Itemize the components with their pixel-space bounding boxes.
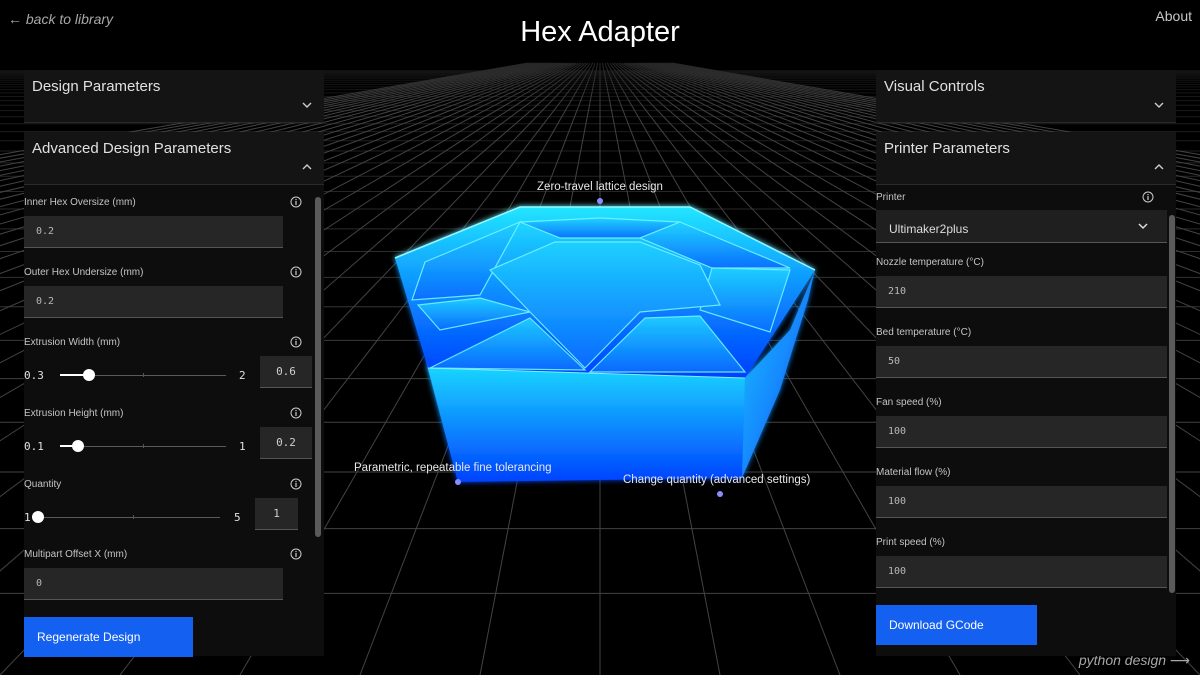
print-speed-label: Print speed (%): [876, 537, 945, 548]
advanced-design-parameters-label: Advanced Design Parameters: [32, 140, 232, 157]
extrusion-width-slider[interactable]: [60, 369, 226, 383]
quantity-min: 1: [24, 511, 31, 524]
printer-label: Printer: [876, 192, 906, 203]
quantity-slider-thumb[interactable]: [32, 511, 44, 523]
extrusion-width-slider-thumb[interactable]: [83, 369, 96, 381]
printer-select[interactable]: Ultimaker2plus: [876, 210, 1167, 243]
annotation-lattice-dot[interactable]: [597, 198, 603, 204]
extrusion-height-slider-thumb[interactable]: [72, 440, 85, 452]
bed-temp-label: Bed temperature (°C): [876, 327, 972, 338]
regenerate-design-button[interactable]: Regenerate Design: [24, 617, 193, 657]
extrusion-width-min: 0.3: [24, 369, 44, 382]
right-panel-scrollbar[interactable]: [1169, 215, 1175, 593]
left-panel-scrollbar[interactable]: [315, 197, 321, 537]
extrusion-width-max: 2: [239, 369, 246, 382]
printer-parameters-accordion[interactable]: Printer Parameters: [876, 132, 1176, 185]
info-icon[interactable]: [290, 266, 302, 278]
annotation-quantity-text: Change quantity (advanced settings): [623, 474, 810, 486]
printer-parameters-label: Printer Parameters: [884, 140, 1010, 157]
fan-speed-input[interactable]: [876, 416, 1167, 448]
annotation-quantity-dot[interactable]: [717, 491, 723, 497]
fan-speed-label: Fan speed (%): [876, 397, 942, 408]
design-parameters-label: Design Parameters: [32, 78, 161, 95]
printer-params-panel: Printer Ultimaker2plus Nozzle temperatur…: [876, 185, 1176, 656]
info-icon[interactable]: [290, 478, 302, 490]
chevron-up-icon: [1154, 164, 1164, 170]
info-icon[interactable]: [290, 196, 302, 208]
download-gcode-button[interactable]: Download GCode: [876, 605, 1037, 645]
extrusion-height-min: 0.1: [24, 440, 44, 453]
design-parameters-accordion[interactable]: Design Parameters: [24, 70, 324, 123]
extrusion-height-label: Extrusion Height (mm): [24, 408, 124, 419]
quantity-input[interactable]: [255, 498, 298, 530]
multipart-offset-x-label: Multipart Offset X (mm): [24, 549, 128, 560]
visual-controls-label: Visual Controls: [884, 78, 985, 95]
extrusion-height-slider[interactable]: [60, 440, 226, 454]
inner-hex-label: Inner Hex Oversize (mm): [24, 197, 136, 208]
print-speed-input[interactable]: [876, 556, 1167, 588]
hex-adapter-model[interactable]: [394, 206, 816, 482]
inner-hex-oversize-input[interactable]: [24, 216, 283, 248]
extrusion-height-max: 1: [239, 440, 246, 453]
about-link[interactable]: About: [1155, 8, 1192, 24]
outer-hex-undersize-input[interactable]: [24, 286, 283, 318]
chevron-down-icon: [302, 102, 312, 108]
nozzle-temp-label: Nozzle temperature (°C): [876, 257, 984, 268]
visual-controls-accordion[interactable]: Visual Controls: [876, 70, 1176, 123]
outer-hex-label: Outer Hex Undersize (mm): [24, 267, 144, 278]
annotation-tolerancing-dot[interactable]: [455, 479, 461, 485]
info-icon[interactable]: [290, 407, 302, 419]
annotation-lattice-text: Zero-travel lattice design: [537, 181, 663, 193]
nozzle-temperature-input[interactable]: [876, 276, 1167, 308]
printer-select-value: Ultimaker2plus: [889, 222, 969, 236]
right-panel-scroll-thumb[interactable]: [1169, 215, 1175, 593]
advanced-params-panel: Inner Hex Oversize (mm) Outer Hex Unders…: [24, 185, 324, 657]
left-panel-scroll-thumb[interactable]: [315, 197, 321, 537]
info-icon[interactable]: [1142, 191, 1154, 203]
material-flow-input[interactable]: [876, 486, 1167, 518]
page-title: Hex Adapter: [520, 16, 680, 48]
chevron-up-icon: [302, 164, 312, 170]
quantity-label: Quantity: [24, 479, 62, 490]
info-icon[interactable]: [290, 548, 302, 560]
advanced-design-parameters-accordion[interactable]: Advanced Design Parameters: [24, 132, 324, 185]
quantity-max: 5: [234, 511, 241, 524]
chevron-down-icon: [1138, 223, 1148, 230]
info-icon[interactable]: [290, 336, 302, 348]
chevron-down-icon: [1154, 102, 1164, 108]
multipart-offset-x-input[interactable]: [24, 568, 283, 600]
extrusion-height-input[interactable]: [260, 427, 312, 459]
annotation-tolerancing-text: Parametric, repeatable fine tolerancing: [354, 462, 552, 474]
bed-temperature-input[interactable]: [876, 346, 1167, 378]
material-flow-label: Material flow (%): [876, 467, 951, 478]
quantity-slider[interactable]: [32, 511, 220, 525]
extrusion-width-label: Extrusion Width (mm): [24, 337, 121, 348]
extrusion-width-input[interactable]: [260, 356, 312, 388]
